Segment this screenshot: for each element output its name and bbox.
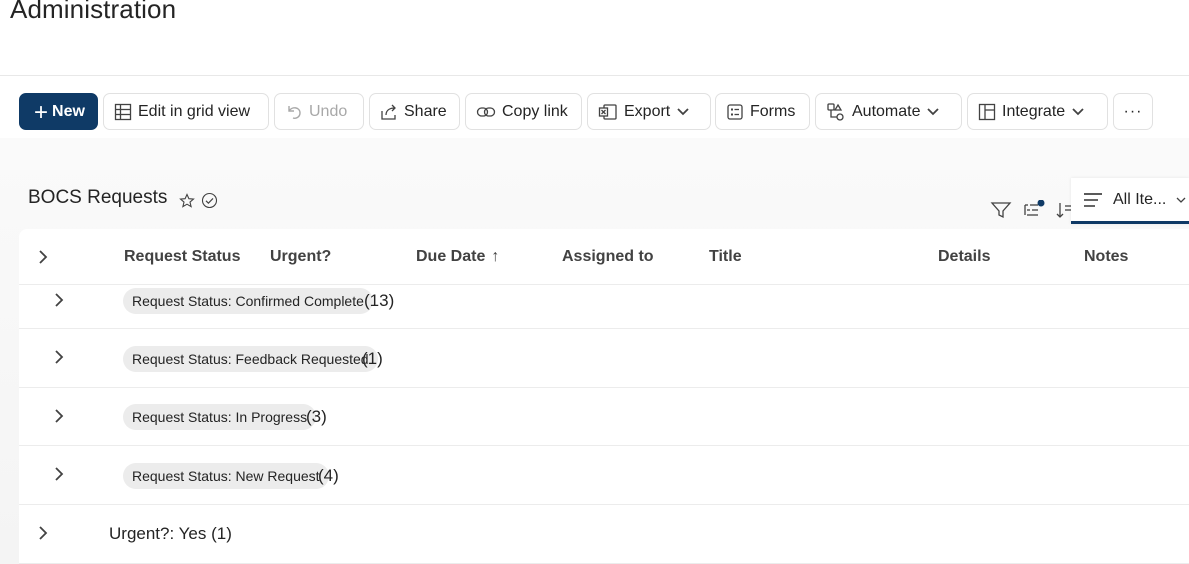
link-icon [476,106,496,117]
chevron-right-icon[interactable] [52,349,66,365]
view-list-icon [1084,192,1102,207]
chevron-down-icon [927,107,940,115]
group-label: Request Status: New Request [123,463,329,489]
group-count: (4) [318,466,339,485]
page-title: Administration [10,0,177,24]
integrate-icon [978,103,996,120]
more-icon: ··· [1123,102,1143,120]
share-icon [381,104,396,120]
plus-icon: + [34,98,49,126]
group-label: Request Status: Feedback Requested [123,346,378,372]
group-count: (1) [362,349,383,368]
group-count: (3) [306,407,327,426]
column-header-urgent[interactable]: Urgent? [270,248,331,266]
star-icon[interactable] [179,192,195,209]
undo-button[interactable]: Undo [274,93,364,130]
view-selector-label: All Ite... [1113,190,1167,208]
column-header-title[interactable]: Title [709,248,742,266]
list-title: BOCS Requests [28,187,168,208]
list-title-actions [179,192,218,209]
chevron-right-icon[interactable] [52,408,66,424]
group-row: Request Status: New Request (4) [19,446,1189,505]
group-row: Request Status: Feedback Requested (1) [19,329,1189,388]
group-row: Request Status: Confirmed Complete (13) [19,284,1189,329]
share-label: Share [404,102,447,120]
group-row: Request Status: In Progress (3) [19,388,1189,446]
automate-icon [827,102,844,121]
copy-link-button[interactable]: Copy link [465,93,582,130]
new-button[interactable]: + New [19,93,98,130]
chevron-down-icon [1072,107,1084,115]
column-header-request-status[interactable]: Request Status [124,248,240,266]
column-header-details[interactable]: Details [938,248,990,266]
export-button[interactable]: Export [587,93,711,130]
excel-icon [598,103,617,120]
forms-icon [727,103,743,120]
column-header-assigned-to[interactable]: Assigned to [562,248,654,266]
undo-icon [288,105,301,119]
group-label: Request Status: In Progress [123,404,317,430]
column-header-notes[interactable]: Notes [1084,248,1128,266]
edit-grid-view-label: Edit in grid view [138,102,251,120]
edit-grid-view-button[interactable]: Edit in grid view [103,93,269,130]
integrate-button[interactable]: Integrate [967,93,1108,130]
chevron-right-icon[interactable] [36,249,50,265]
forms-button[interactable]: Forms [715,93,810,130]
command-bar: + New Edit in grid view Undo Share Copy … [0,76,1189,138]
grid-icon [114,103,132,120]
automate-button[interactable]: Automate [815,93,962,130]
chevron-right-icon[interactable] [52,466,66,482]
automate-label: Automate [852,102,921,120]
more-button[interactable]: ··· [1113,93,1153,130]
integrate-label: Integrate [1002,102,1066,120]
sort-ascending-icon: ↑ [491,248,500,265]
view-selector[interactable]: All Ite... [1071,178,1189,224]
filter-icon[interactable] [990,200,1012,220]
column-header-row: Request Status Urgent? Due Date ↑ Assigne… [19,229,1189,285]
export-label: Export [624,102,671,120]
chevron-right-icon[interactable] [52,292,66,308]
new-button-label: New [52,102,85,120]
group-label: Request Status: Confirmed Complete [123,288,373,314]
group-icon[interactable] [1022,200,1046,220]
chevron-right-icon[interactable] [36,525,50,541]
share-button[interactable]: Share [369,93,460,130]
undo-label: Undo [309,102,348,120]
forms-label: Forms [750,102,796,120]
outer-group-label: Urgent?: Yes (1) [109,524,232,543]
outer-group-row: Urgent?: Yes (1) [19,505,1189,564]
chevron-down-icon [677,107,689,115]
copy-link-label: Copy link [502,102,568,120]
group-count: (13) [364,291,395,310]
list-view: Request Status Urgent? Due Date ↑ Assigne… [19,229,1189,564]
check-circle-icon[interactable] [201,192,218,209]
column-header-due-date[interactable]: Due Date ↑ [416,248,499,266]
view-controls [990,200,1074,220]
chevron-down-icon [1176,197,1186,203]
